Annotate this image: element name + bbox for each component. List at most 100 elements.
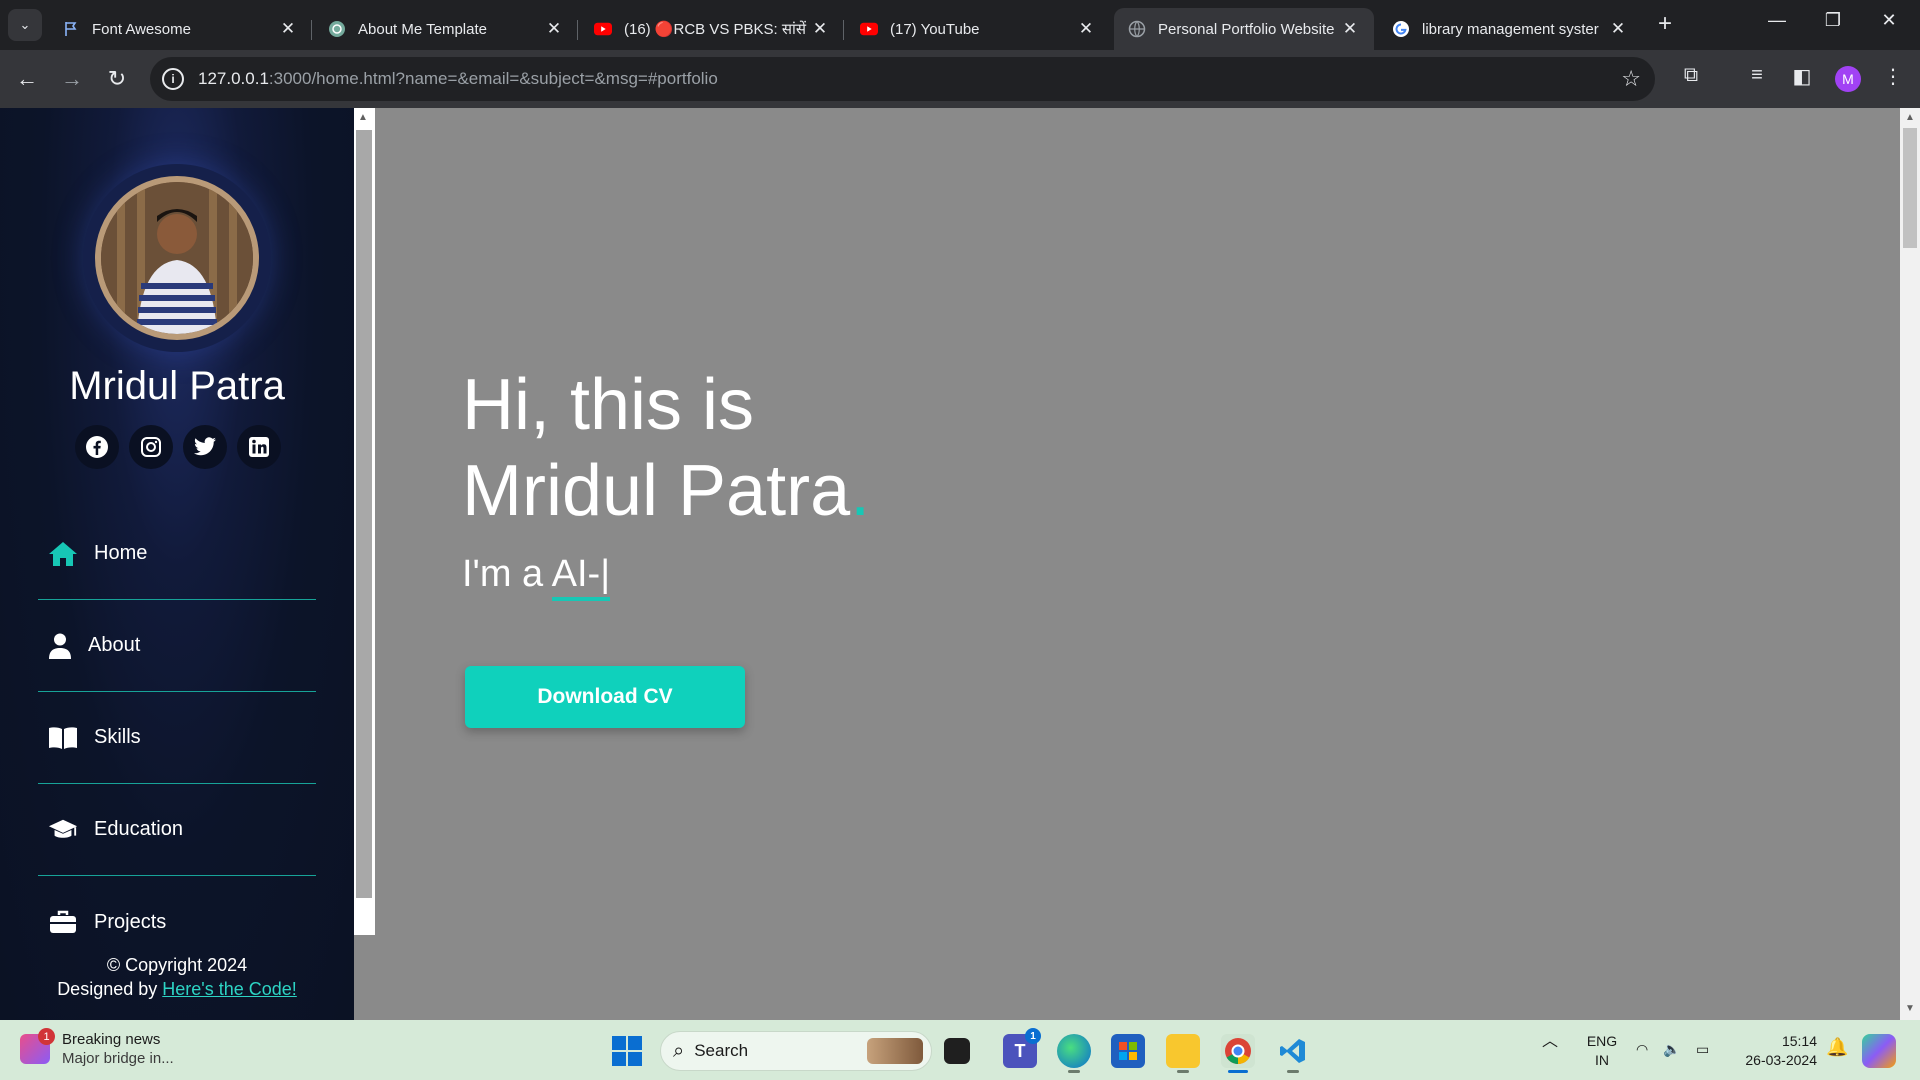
close-icon[interactable]: ✕	[278, 19, 298, 39]
hero-heading: Hi, this is Mridul Patra.	[462, 362, 870, 534]
profile-photo	[95, 176, 259, 340]
clock-date: 26-03-2024	[1745, 1052, 1817, 1068]
tab-label: Font Awesome	[92, 20, 191, 38]
flag-icon	[62, 20, 80, 38]
sidebar-scrollbar-thumb[interactable]	[356, 130, 372, 898]
chatgpt-icon	[328, 20, 346, 38]
tab-label: library management syster	[1422, 20, 1599, 38]
typed-word: AI-|	[551, 553, 611, 601]
clock-time: 15:14	[1781, 1033, 1817, 1049]
sidebar-item-about[interactable]: About	[38, 600, 316, 692]
tab-font-awesome[interactable]: Font Awesome ✕	[48, 8, 312, 50]
volume-icon[interactable]: 🔈	[1663, 1040, 1680, 1059]
globe-icon	[1128, 20, 1146, 38]
sidebar-item-label: Projects	[94, 910, 167, 933]
tab-about-me-template[interactable]: About Me Template ✕	[314, 8, 578, 50]
wifi-icon[interactable]: ◠	[1636, 1040, 1648, 1059]
briefcase-icon	[48, 909, 78, 935]
book-icon	[48, 725, 78, 751]
typing-cursor: |	[600, 553, 611, 595]
search-highlight-image	[867, 1038, 923, 1064]
file-explorer-icon[interactable]	[1166, 1034, 1200, 1068]
typed-prefix: I'm a	[462, 553, 552, 595]
taskbar-search[interactable]: ⌕ Search	[660, 1031, 932, 1071]
new-tab-button[interactable]: +	[1652, 12, 1678, 38]
battery-icon[interactable]: ▭	[1696, 1040, 1709, 1059]
download-cv-button[interactable]: Download CV	[465, 666, 745, 728]
sidebar-item-home[interactable]: Home	[38, 508, 316, 600]
taskbar-clock[interactable]: 15:14 26-03-2024	[1732, 1032, 1817, 1070]
copilot-icon[interactable]	[1862, 1034, 1896, 1068]
bookmark-star-icon[interactable]: ☆	[1621, 66, 1641, 92]
instagram-icon[interactable]	[129, 425, 173, 469]
tab-strip: ⌄ Font Awesome ✕ About Me Template ✕ (16…	[0, 0, 1920, 50]
social-links	[75, 425, 281, 469]
designer-link[interactable]: Here's the Code!	[162, 979, 297, 999]
language-indicator[interactable]: ENG IN	[1586, 1032, 1618, 1070]
search-placeholder: Search	[694, 1041, 749, 1060]
back-arrow-icon[interactable]: ←	[12, 64, 42, 94]
close-icon[interactable]: ✕	[1608, 19, 1628, 39]
minimize-icon[interactable]: —	[1754, 10, 1800, 31]
site-info-icon[interactable]: i	[162, 68, 184, 90]
scroll-down-arrow-icon[interactable]: ▼	[1905, 1003, 1915, 1014]
youtube-icon	[860, 20, 878, 38]
address-bar[interactable]: i 127.0.0.1:3000/home.html?name=&email=&…	[150, 57, 1655, 101]
chrome-icon[interactable]	[1221, 1034, 1255, 1068]
media-controls-icon[interactable]: ≡	[1742, 64, 1772, 87]
sidebar-item-skills[interactable]: Skills	[38, 692, 316, 784]
notification-bell-icon[interactable]: 🔔	[1826, 1038, 1848, 1057]
news-widget[interactable]: 1 Breaking news Major bridge in...	[20, 1028, 174, 1068]
sidebar-item-label: About	[88, 634, 141, 656]
forward-arrow-icon[interactable]: →	[57, 64, 87, 94]
sidebar-item-label: Skills	[94, 726, 141, 748]
tab-library-management[interactable]: library management syster ✕	[1378, 8, 1642, 50]
task-view-icon[interactable]	[944, 1038, 970, 1064]
scroll-up-arrow-icon[interactable]: ▲	[1905, 112, 1915, 123]
reload-icon[interactable]: ↻	[102, 64, 132, 94]
hero-section: Hi, this is Mridul Patra. I'm a AI-| Dow…	[375, 108, 1900, 1020]
sidebar-nav: Home About Skills Education Projects	[38, 508, 316, 968]
close-icon[interactable]: ✕	[544, 19, 564, 39]
tab-youtube[interactable]: (17) YouTube ✕	[846, 8, 1110, 50]
facebook-icon[interactable]	[75, 425, 119, 469]
scroll-up-arrow-icon[interactable]: ▲	[358, 112, 368, 123]
restore-icon[interactable]: ❐	[1810, 10, 1856, 31]
tab-personal-portfolio[interactable]: Personal Portfolio Website ✕	[1114, 8, 1374, 50]
sidebar: Mridul Patra Home About Skills Education…	[0, 108, 354, 1020]
tab-label: About Me Template	[358, 20, 487, 38]
google-icon	[1392, 20, 1410, 38]
news-subtitle: Major bridge in...	[62, 1050, 174, 1067]
close-icon[interactable]: ✕	[1340, 19, 1360, 39]
close-icon[interactable]: ✕	[810, 19, 830, 39]
news-title: Breaking news	[62, 1031, 161, 1048]
url-text[interactable]: 127.0.0.1:3000/home.html?name=&email=&su…	[198, 69, 718, 89]
sidebar-item-label: Home	[94, 542, 148, 564]
twitter-icon[interactable]	[183, 425, 227, 469]
typed-role: I'm a AI-|	[462, 553, 611, 601]
profile-avatar[interactable]: M	[1835, 66, 1861, 92]
close-window-icon[interactable]: ✕	[1866, 10, 1912, 31]
close-icon[interactable]: ✕	[1076, 19, 1096, 39]
accent-dot: .	[850, 451, 871, 531]
copyright: © Copyright 2024 Designed by Here's the …	[0, 953, 354, 1001]
teams-icon[interactable]: T 1	[1003, 1028, 1041, 1068]
side-panel-icon[interactable]: ◧	[1787, 64, 1817, 89]
sidebar-item-education[interactable]: Education	[38, 784, 316, 876]
tab-search-button[interactable]: ⌄	[8, 9, 42, 41]
extensions-icon[interactable]: ⧉	[1676, 64, 1706, 87]
page-scrollbar-thumb[interactable]	[1903, 128, 1917, 248]
hero-line-1: Hi, this is	[462, 365, 755, 445]
windows-start-icon[interactable]	[612, 1036, 642, 1066]
tray-expand-icon[interactable]: ︿	[1542, 1032, 1558, 1051]
profile-name: Mridul Patra	[69, 364, 285, 408]
more-menu-icon[interactable]: ⋮	[1878, 64, 1908, 89]
sidebar-item-label: Education	[94, 818, 183, 840]
edge-icon[interactable]	[1057, 1034, 1091, 1068]
vscode-icon[interactable]	[1276, 1034, 1310, 1068]
linkedin-icon[interactable]	[237, 425, 281, 469]
store-icon[interactable]	[1111, 1034, 1145, 1068]
youtube-icon	[594, 20, 612, 38]
tab-rcb-vs-pbks[interactable]: (16) 🔴RCB VS PBKS: सांसें ✕	[580, 8, 844, 50]
tab-label: (17) YouTube	[890, 20, 980, 38]
